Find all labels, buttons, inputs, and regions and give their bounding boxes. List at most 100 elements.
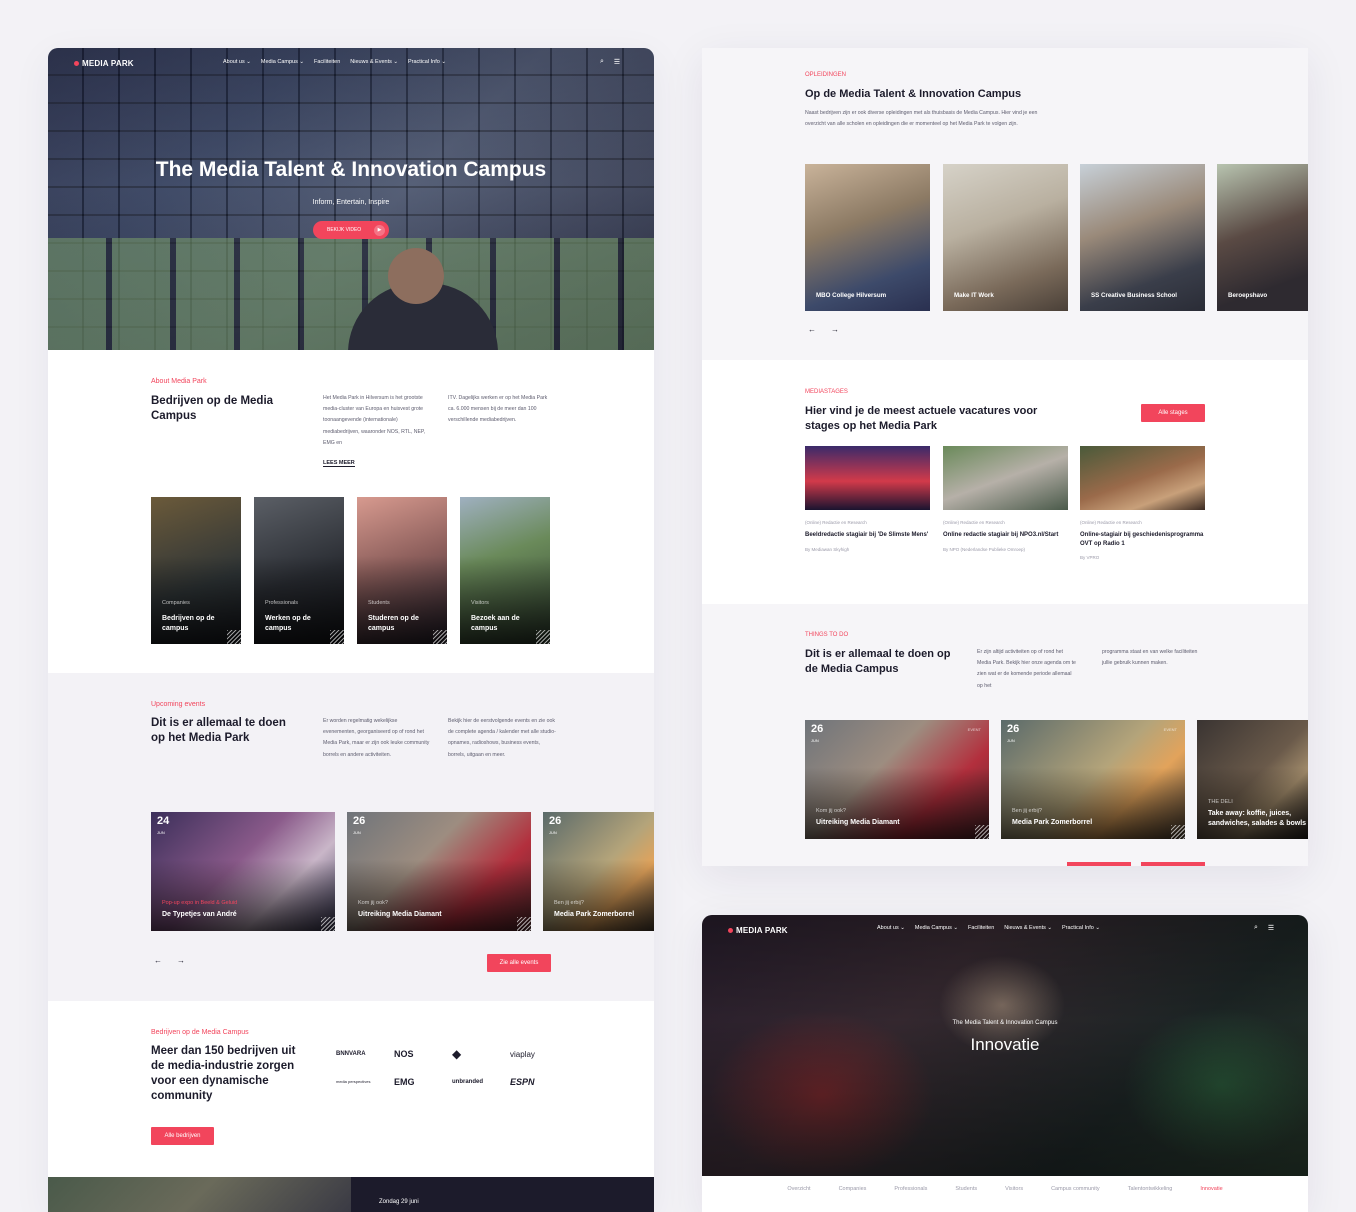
all-companies-button[interactable]: Alle bedrijven (151, 1127, 214, 1145)
event-date: 24 JUN (157, 815, 170, 836)
logo-mark-icon (74, 60, 79, 66)
internship-image[interactable] (805, 446, 930, 510)
event-tag: Pop-up expo in Beeld & Geluid (162, 900, 238, 906)
campus-subnav: Overzicht Companies Professionals Studen… (702, 1176, 1308, 1202)
category-card-professionals[interactable]: Professionals Werken op de campus (254, 497, 344, 644)
internship-company: By VPRO (1080, 555, 1100, 560)
emg-logo[interactable]: EMG (394, 1076, 452, 1088)
search-icon[interactable]: ⌕ (1254, 924, 1258, 932)
internship-item[interactable]: (Online) Redactie en Research Online red… (943, 520, 1068, 552)
todo-title: Uitreiking Media Diamant (816, 819, 900, 826)
prev-arrow-icon[interactable]: ← (808, 325, 816, 334)
campus-page-mockup: OPLEIDINGEN Op de Media Talent & Innovat… (702, 48, 1308, 866)
top-nav: MEDIA PARK About us ⌄ Media Campus ⌄ Fac… (702, 915, 1308, 945)
menu-icon[interactable]: ☰ (1268, 924, 1274, 932)
category-title: Werken op de campus (265, 615, 311, 632)
todo-label: THINGS TO DO (805, 632, 849, 638)
internship-image[interactable] (943, 446, 1068, 510)
internship-title: Online-stagiair bij geschiedenisprogramm… (1080, 532, 1204, 547)
subnav-talentontwikkeling[interactable]: Talentontwikkeling (1128, 1186, 1173, 1192)
category-card-visitors[interactable]: Visitors Bezoek aan de campus (460, 497, 550, 644)
prev-arrow-icon[interactable]: ← (154, 956, 162, 965)
internship-title: Beeldredactie stagiair bij 'De Slimste M… (805, 532, 929, 538)
all-internships-button[interactable]: Alle stages (1141, 404, 1205, 422)
todo-badge: EVENT (1163, 727, 1177, 732)
internship-title: Online redactie stagiair bij NPO3.nl/Sta… (943, 532, 1059, 538)
company-logos: BNNVARA NOS ◆ viaplay media perspectives… (336, 1047, 568, 1088)
nav-item-media-campus[interactable]: Media Campus ⌄ (915, 925, 958, 931)
media-perspectives-logo[interactable]: media perspectives (336, 1076, 376, 1088)
school-card[interactable]: SS Creative Business School (1080, 164, 1205, 311)
nos-logo[interactable]: NOS (394, 1048, 452, 1060)
logo[interactable]: MEDIA PARK (74, 59, 134, 68)
category-card-companies[interactable]: Companies Bedrijven op de campus (151, 497, 241, 644)
bnnvara-logo[interactable]: BNNVARA (336, 1048, 394, 1060)
todo-card[interactable]: 26 JUN EVENT Kom jij ook? Uitreiking Medi… (805, 720, 989, 839)
todo-tag: Kom jij ook? (816, 808, 846, 814)
logo[interactable]: MEDIA PARK (728, 926, 788, 935)
next-arrow-icon[interactable]: → (177, 956, 185, 965)
nav-icons: ⌕ ☰ (1254, 924, 1274, 932)
subnav-innovatie[interactable]: Innovatie (1200, 1186, 1222, 1192)
todo-card[interactable]: 26 JUN EVENT Ben jij erbij? Media Park Zo… (1001, 720, 1185, 839)
about-text-1: Het Media Park in Hilversum is het groot… (323, 395, 426, 446)
todo-date: 26 JUN (1007, 723, 1020, 744)
category-title: Studeren op de campus (368, 615, 419, 632)
viaplay-logo[interactable]: viaplay (510, 1048, 568, 1060)
category-title: Bedrijven op de campus (162, 615, 215, 632)
internship-item[interactable]: (Online) Redactie en Research Online-sta… (1080, 520, 1205, 560)
nav-item-practical[interactable]: Practical Info ⌄ (1062, 925, 1100, 931)
companies-title: Meer dan 150 bedrijven uit de media-indu… (151, 1045, 296, 1102)
subnav-professionals[interactable]: Professionals (894, 1186, 927, 1192)
internship-item[interactable]: (Online) Redactie en Research Beeldredac… (805, 520, 930, 552)
todo-text-2: programma staat en van welke faciliteite… (1102, 649, 1198, 667)
internship-tag: (Online) Redactie en Research (943, 520, 1005, 525)
nav-item-nieuws[interactable]: Nieuws & Events ⌄ (1004, 925, 1052, 931)
nav-item-about[interactable]: About us ⌄ (877, 925, 905, 931)
nav-item-about[interactable]: About us ⌄ (223, 59, 251, 65)
todo-card[interactable]: THE DELI Take away: koffie, juices, sand… (1197, 720, 1308, 839)
nav-item-media-campus[interactable]: Media Campus ⌄ (261, 59, 304, 65)
play-icon: ▶ (374, 224, 385, 236)
diamond-logo[interactable]: ◆ (452, 1047, 510, 1061)
subnav-visitors[interactable]: Visitors (1005, 1186, 1023, 1192)
innovation-kicker: The Media Talent & Innovation Campus (952, 1020, 1058, 1026)
subnav-campus-community[interactable]: Campus community (1051, 1186, 1100, 1192)
teaser-date: Zondag 29 juni (379, 1199, 419, 1205)
next-arrow-icon[interactable]: → (831, 325, 839, 334)
nav-item-practical[interactable]: Practical Info ⌄ (408, 59, 446, 65)
school-name: Beroepshavo (1228, 292, 1268, 299)
watch-video-button[interactable]: BEKIJK VIDEO ▶ (313, 221, 389, 239)
all-events-button[interactable]: Zie alle events (487, 954, 551, 972)
subnav-students[interactable]: Students (955, 1186, 977, 1192)
unbranded-logo[interactable]: unbranded (452, 1076, 510, 1088)
event-title: De Typetjes van André (162, 911, 237, 918)
todo-title: Dit is er allemaal te doen op de Media C… (805, 648, 951, 675)
event-card[interactable]: 26 JUN Ben jij erbij? Media Park Zomerbor… (543, 812, 654, 931)
read-more-link[interactable]: LEES MEER (323, 460, 355, 467)
school-card[interactable]: Make IT Work (943, 164, 1068, 311)
event-card[interactable]: 26 JUN Kom jij ook? Uitreiking Media Diam… (347, 812, 531, 931)
subnav-overzicht[interactable]: Overzicht (787, 1186, 810, 1192)
todo-date: 26 JUN (811, 723, 824, 744)
nav-item-faciliteiten[interactable]: Faciliteiten (968, 925, 994, 931)
todo-badge: EVENT (967, 727, 981, 732)
internships-label: MEDIASTAGES (805, 389, 848, 395)
education-text: Naast bedrijven zijn er ook diverse ople… (805, 110, 1038, 128)
category-card-students[interactable]: Students Studeren op de campus (357, 497, 447, 644)
teaser-panel (351, 1177, 654, 1212)
internship-company: By NPO (Nederlandse Publieke Omroep) (943, 546, 1026, 552)
hero-title: The Media Talent & Innovation Campus (155, 158, 547, 181)
internship-image[interactable] (1080, 446, 1205, 510)
subnav-companies[interactable]: Companies (839, 1186, 867, 1192)
search-icon[interactable]: ⌕ (600, 58, 604, 66)
nav-item-nieuws[interactable]: Nieuws & Events ⌄ (350, 59, 398, 65)
events-text-1: Er worden regelmatig wekelijkse evenemen… (323, 718, 430, 758)
event-card[interactable]: 24 JUN Pop-up expo in Beeld & Geluid De T… (151, 812, 335, 931)
school-card[interactable]: MBO College Hilversum (805, 164, 930, 311)
espn-logo[interactable]: ESPN (510, 1076, 568, 1088)
logo-mark-icon (728, 927, 733, 933)
school-card[interactable]: Beroepshavo (1217, 164, 1308, 311)
menu-icon[interactable]: ☰ (614, 58, 620, 66)
nav-item-faciliteiten[interactable]: Faciliteiten (314, 59, 340, 65)
